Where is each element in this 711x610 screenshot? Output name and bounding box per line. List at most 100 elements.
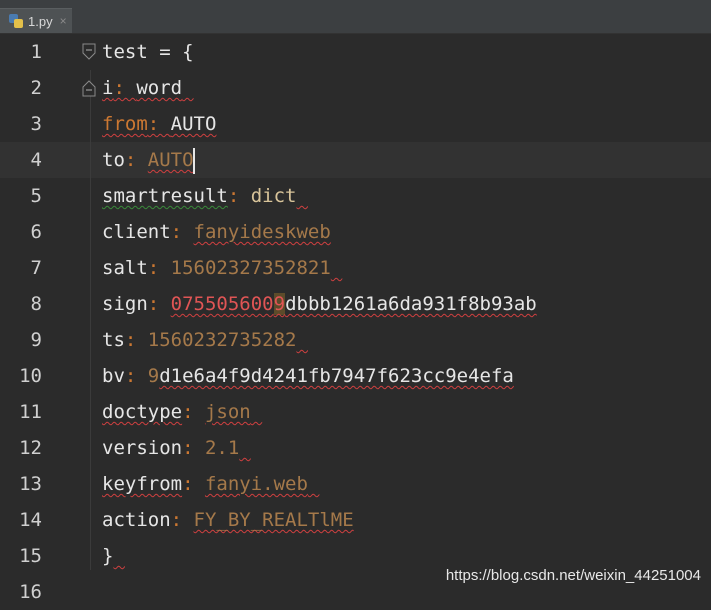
code-separator: :	[171, 221, 194, 243]
code-key: test	[102, 41, 148, 63]
code-text: }	[102, 538, 123, 574]
code-text: sign: 0755056009dbbb1261a6da931f8b93ab	[102, 286, 537, 322]
line-number: 13	[0, 466, 42, 502]
code-value: dbbb1261a6da931f8b93ab	[285, 293, 537, 315]
close-tab-icon[interactable]: ×	[60, 14, 67, 28]
code-value: 2.1	[205, 437, 239, 459]
code-separator: :	[148, 113, 171, 135]
code-line: 11 doctype: json	[0, 394, 711, 430]
code-separator: :	[125, 329, 148, 351]
line-number: 5	[0, 178, 42, 214]
code-line: 4 to: AUTO	[0, 142, 711, 178]
code-line: 1 test = {	[0, 34, 711, 70]
code-line: 3 from: AUTO	[0, 106, 711, 142]
code-value: 1560232735282	[148, 329, 297, 351]
line-number: 16	[0, 574, 42, 610]
code-text: to: AUTO	[102, 142, 195, 178]
code-value: 15602327352821	[171, 257, 331, 279]
code-text: smartresult: dict	[102, 178, 307, 214]
code-value: json	[205, 401, 251, 423]
code-text: client: fanyideskweb	[102, 214, 331, 250]
code-value: }	[102, 545, 113, 567]
code-value: {	[182, 41, 193, 63]
line-number: 12	[0, 430, 42, 466]
code-key: keyfrom	[102, 473, 182, 495]
line-number: 2	[0, 70, 42, 106]
code-key: doctype	[102, 401, 182, 423]
code-value: 9	[148, 365, 159, 387]
code-separator: :	[228, 185, 251, 207]
code-separator: :	[182, 437, 205, 459]
code-separator: :	[148, 257, 171, 279]
code-line: 6 client: fanyideskweb	[0, 214, 711, 250]
code-text: test = {	[102, 34, 194, 70]
code-line: 10 bv: 9d1e6a4f9d4241fb7947f623cc9e4efa	[0, 358, 711, 394]
code-text: bv: 9d1e6a4f9d4241fb7947f623cc9e4efa	[102, 358, 514, 394]
fold-open-icon[interactable]	[82, 43, 96, 61]
code-separator: :	[125, 365, 148, 387]
code-key: version	[102, 437, 182, 459]
line-number: 3	[0, 106, 42, 142]
line-number: 1	[0, 34, 42, 70]
code-value: 075505600	[171, 293, 274, 315]
code-line: 7 salt: 15602327352821	[0, 250, 711, 286]
code-key: bv	[102, 365, 125, 387]
line-number: 6	[0, 214, 42, 250]
line-number: 10	[0, 358, 42, 394]
code-line: 13 keyfrom: fanyi.web	[0, 466, 711, 502]
code-text: doctype: json	[102, 394, 261, 430]
code-key: ts	[102, 329, 125, 351]
code-separator: :	[182, 473, 205, 495]
line-number: 11	[0, 394, 42, 430]
line-number: 9	[0, 322, 42, 358]
text-caret	[193, 148, 195, 174]
code-separator: :	[182, 401, 205, 423]
code-value: FY_BY_REALTlME	[194, 509, 354, 531]
code-key: salt	[102, 257, 148, 279]
code-line: 5 smartresult: dict	[0, 178, 711, 214]
fold-close-icon[interactable]	[82, 79, 96, 97]
code-value: AUTO	[148, 149, 194, 171]
code-text: i: word	[102, 70, 192, 106]
code-text: ts: 1560232735282	[102, 322, 307, 358]
code-text: salt: 15602327352821	[102, 250, 341, 286]
code-key: i	[102, 77, 113, 99]
code-text: action: FY_BY_REALTlME	[102, 502, 354, 538]
code-value: fanyi.web	[205, 473, 308, 495]
line-number: 7	[0, 250, 42, 286]
code-separator: :	[171, 509, 194, 531]
code-value-highlight: 9	[274, 293, 285, 315]
code-text: version: 2.1	[102, 430, 249, 466]
line-number: 15	[0, 538, 42, 574]
code-separator: :	[113, 77, 136, 99]
code-value: d1e6a4f9d4241fb7947f623cc9e4efa	[159, 365, 514, 387]
code-line: 12 version: 2.1	[0, 430, 711, 466]
code-key: client	[102, 221, 171, 243]
code-key: action	[102, 509, 171, 531]
code-line: 14 action: FY_BY_REALTlME	[0, 502, 711, 538]
code-line: 8 sign: 0755056009dbbb1261a6da931f8b93ab	[0, 286, 711, 322]
code-separator: =	[148, 41, 182, 63]
code-line: 2 i: word	[0, 70, 711, 106]
code-key: smartresult	[102, 185, 228, 207]
code-key: from	[102, 113, 148, 135]
line-number: 8	[0, 286, 42, 322]
line-number: 4	[0, 142, 42, 178]
code-editor[interactable]: 1 test = { 2 i: word 3 from: AUTO 4 to: …	[0, 34, 711, 594]
python-file-icon	[8, 13, 24, 29]
code-separator: :	[148, 293, 171, 315]
code-line: 9 ts: 1560232735282	[0, 322, 711, 358]
code-value: fanyideskweb	[194, 221, 331, 243]
code-key: sign	[102, 293, 148, 315]
file-tab-label: 1.py	[28, 14, 53, 29]
code-key: to	[102, 149, 125, 171]
code-text: from: AUTO	[102, 106, 216, 142]
file-tab[interactable]: 1.py ×	[0, 8, 72, 33]
editor-tab-bar: 1.py ×	[0, 0, 711, 34]
code-text: keyfrom: fanyi.web	[102, 466, 318, 502]
code-value: word	[136, 77, 182, 99]
line-number: 14	[0, 502, 42, 538]
code-separator: :	[125, 149, 148, 171]
code-value: AUTO	[171, 113, 217, 135]
watermark-text: https://blog.csdn.net/weixin_44251004	[446, 567, 701, 584]
